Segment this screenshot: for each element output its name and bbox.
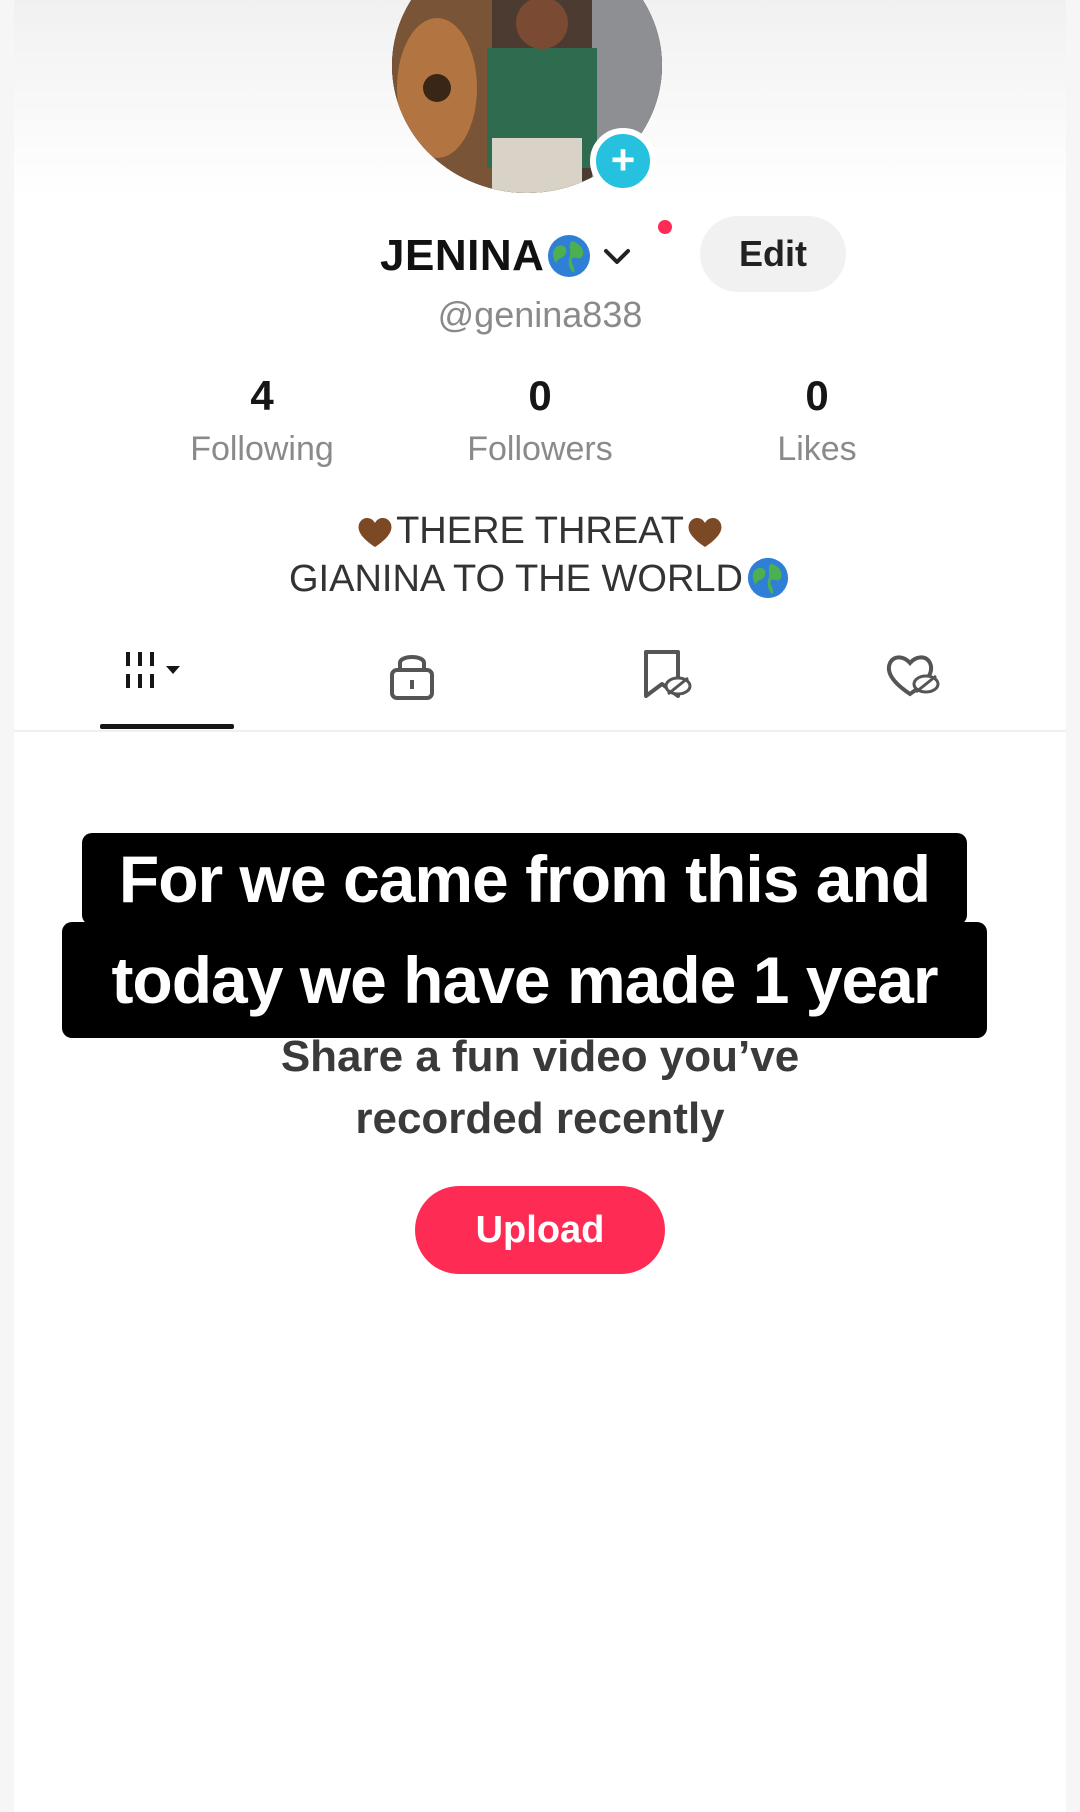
stat-following[interactable]: 4 Following [152,372,372,469]
empty-state-line-1: Share a fun video you’ve [280,1032,800,1081]
bio-line-2: GIANINA TO THE WORLD [0,556,1080,602]
stat-label: Followers [467,430,613,468]
bio-text: THERE THREAT GIANINA TO THE WORLD [0,508,1080,602]
bio-text-line-1: THERE THREAT [396,509,684,552]
empty-state-line-2: recorded recently [355,1094,725,1143]
stat-likes[interactable]: 0 Likes [707,372,927,469]
edit-profile-button[interactable]: Edit [700,216,846,292]
globe-emoji-icon [745,556,791,602]
display-name: JENINA [380,231,545,280]
bio-line-1: THERE THREAT [0,508,1080,554]
plus-icon: + [610,135,636,183]
overlay-caption-line-2: today we have made 1 year [62,922,987,1038]
add-story-button[interactable]: + [590,128,656,194]
tab-private[interactable] [384,646,440,702]
stat-followers[interactable]: 0 Followers [430,372,650,469]
tab-liked[interactable] [882,646,946,702]
chevron-down-icon[interactable] [600,241,634,271]
profile-tabs [14,640,1066,730]
brown-heart-icon [354,511,396,551]
overlay-caption-line-1: For we came from this and [82,833,967,925]
notification-dot [658,220,672,234]
tab-videos[interactable] [122,644,202,700]
tab-saved[interactable] [636,646,696,702]
upload-button[interactable]: Upload [415,1186,665,1274]
stat-label: Following [190,430,334,468]
left-frame [0,0,14,1812]
lock-icon [390,655,434,700]
username-handle: @genina838 [437,294,643,335]
videos-grid-icon [126,652,180,688]
display-name-row[interactable]: JENINA [380,228,634,284]
stat-value: 0 [805,372,829,419]
right-frame [1066,0,1080,1812]
globe-emoji-icon [546,233,592,279]
liked-heart-icon [886,655,940,697]
bookmark-icon [644,650,692,698]
bio-text-line-2: GIANINA TO THE WORLD [289,557,743,600]
tab-divider [14,730,1066,732]
stat-value: 4 [250,372,274,419]
active-tab-indicator [100,724,234,729]
brown-heart-icon [684,511,726,551]
stat-label: Likes [777,430,857,468]
stat-value: 0 [528,372,552,419]
